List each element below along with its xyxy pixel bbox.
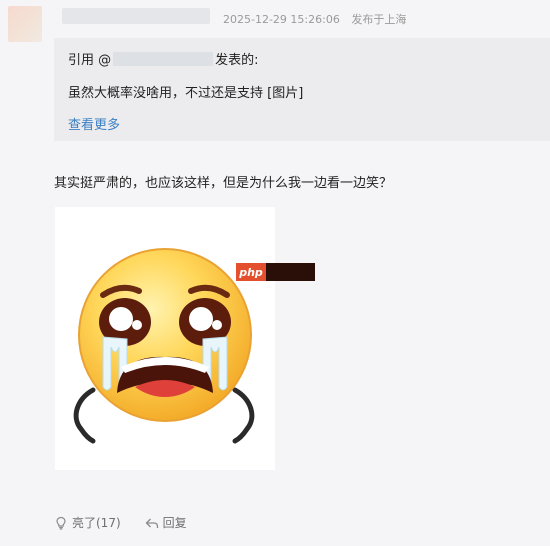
like-button[interactable]: 亮了(17): [54, 514, 121, 531]
image-watermark: php: [236, 263, 315, 281]
post-meta: 2025-12-29 15:26:06 发布于上海: [223, 11, 406, 27]
quote-suffix: 发表的:: [215, 53, 259, 68]
quote-mention-redacted[interactable]: [113, 51, 214, 66]
watermark-label: php: [236, 263, 266, 281]
post-image[interactable]: [55, 207, 275, 470]
watermark-bar: [266, 263, 315, 281]
reply-icon: [145, 518, 158, 528]
reply-label: 回复: [162, 516, 187, 530]
quote-header: 引用 @ 发表的:: [68, 49, 259, 68]
username-redacted[interactable]: [62, 8, 210, 24]
post-timestamp: 2025-12-29 15:26:06: [223, 13, 340, 26]
post-actions: 亮了(17) 回复: [54, 514, 187, 531]
view-more-link[interactable]: 查看更多: [68, 114, 120, 133]
user-avatar[interactable]: [8, 6, 42, 42]
post-text: 其实挺严肃的，也应该这样，但是为什么我一边看一边笑？: [54, 176, 393, 191]
reply-button[interactable]: 回复: [145, 514, 187, 531]
like-count-label: 亮了(17): [72, 516, 121, 530]
lightbulb-icon: [56, 516, 66, 530]
quote-body: 虽然大概率没啥用，不过还是支持 [图片]: [68, 86, 304, 101]
quote-prefix: 引用 @: [68, 53, 112, 68]
crying-emoji-icon: [73, 248, 255, 444]
post-location: 发布于上海: [351, 13, 407, 26]
quoted-post: 引用 @ 发表的: 虽然大概率没啥用，不过还是支持 [图片] 查看更多: [54, 38, 550, 141]
